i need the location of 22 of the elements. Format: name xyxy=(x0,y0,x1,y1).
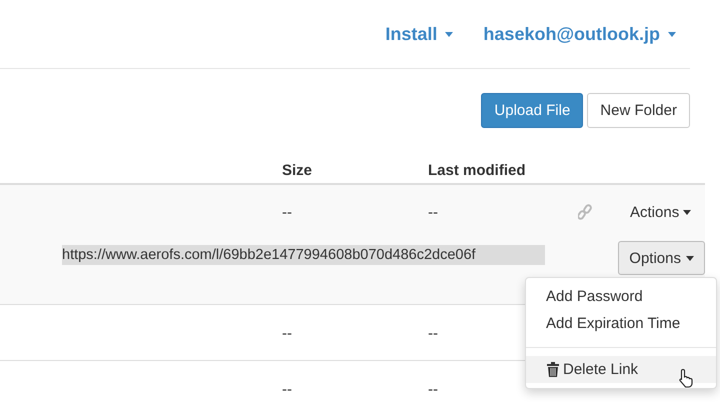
size-cell: -- xyxy=(282,204,292,220)
options-button[interactable]: Options xyxy=(618,241,705,275)
upload-button[interactable]: Upload File xyxy=(481,93,584,128)
share-link-field[interactable]: https://www.aerofs.com/l/69bb2e1477994608b070d486c2dce06f xyxy=(62,245,545,265)
caret-icon xyxy=(683,210,692,214)
caret-icon xyxy=(686,256,694,260)
menu-item[interactable]: Add Expiration Time xyxy=(526,310,716,337)
modified-cell: -- xyxy=(428,204,438,220)
caret-icon xyxy=(445,32,454,36)
modified-cell: -- xyxy=(428,325,438,342)
actions-dropdown[interactable]: Actions xyxy=(618,204,692,220)
size-cell: -- xyxy=(282,381,292,398)
caret-icon xyxy=(668,32,676,36)
menu-item[interactable]: Add Password xyxy=(526,283,716,310)
size-cell: -- xyxy=(282,325,292,342)
trash-icon xyxy=(546,362,560,377)
new-folder-button[interactable]: New Folder xyxy=(587,93,690,128)
column-header: Size xyxy=(282,162,312,178)
column-header: Last modified xyxy=(428,162,526,178)
modified-cell: -- xyxy=(428,381,438,398)
nav-menu-link[interactable]: hasekoh@outlook.jp xyxy=(483,24,676,44)
nav-menu-link[interactable]: Install xyxy=(385,24,454,44)
